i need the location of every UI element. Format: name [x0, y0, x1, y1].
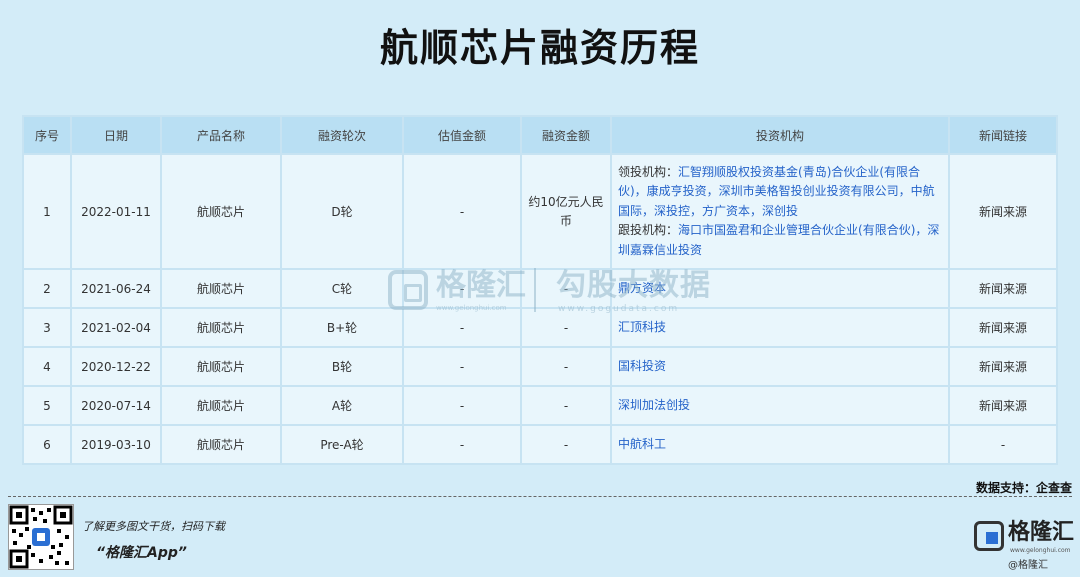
- header-product: 产品名称: [160, 115, 282, 155]
- data-source: 数据支持：企查查: [975, 481, 1072, 495]
- investor-link[interactable]: 鼎方资本: [610, 268, 950, 309]
- cell-date: 2022-01-11: [70, 153, 162, 270]
- header-amount: 融资金额: [520, 115, 612, 155]
- cell-no: 1: [22, 153, 72, 270]
- cell-date: 2019-03-10: [70, 424, 162, 465]
- cell-date: 2020-07-14: [70, 385, 162, 426]
- table-header-row: 序号 日期 产品名称 融资轮次 估值金额 融资金额 投资机构 新闻链接: [22, 115, 1058, 155]
- promo-line-1: 了解更多图文干货，扫码下载: [82, 520, 225, 533]
- cell-round: Pre-A轮: [280, 424, 404, 465]
- table-row: 2 2021-06-24 航顺芯片 C轮 - - 鼎方资本 新闻来源: [22, 268, 1058, 309]
- cell-product: 航顺芯片: [160, 153, 282, 270]
- cell-amount: -: [520, 346, 612, 387]
- promo-app-name: “格隆汇App”: [96, 545, 187, 561]
- table-row: 6 2019-03-10 航顺芯片 Pre-A轮 - - 中航科工 -: [22, 424, 1058, 465]
- cell-amount: -: [520, 424, 612, 465]
- brand-url: www.gelonghui.com: [1010, 547, 1071, 554]
- cell-no: 4: [22, 346, 72, 387]
- page-title: 航顺芯片融资历程: [379, 26, 700, 70]
- cell-no: 3: [22, 307, 72, 348]
- cell-valuation: -: [402, 268, 522, 309]
- gelonghui-brand-icon: [974, 521, 1004, 551]
- news-link[interactable]: 新闻来源: [948, 268, 1058, 309]
- cell-valuation: -: [402, 346, 522, 387]
- investor-link[interactable]: 深圳加法创投: [610, 385, 950, 426]
- cell-valuation: -: [402, 424, 522, 465]
- cell-date: 2020-12-22: [70, 346, 162, 387]
- cell-round: C轮: [280, 268, 404, 309]
- header-valuation: 估值金额: [402, 115, 522, 155]
- table-row: 1 2022-01-11 航顺芯片 D轮 - 约10亿元人民币 领投机构：汇智翔…: [22, 153, 1058, 270]
- header-investors: 投资机构: [610, 115, 950, 155]
- cell-round: A轮: [280, 385, 404, 426]
- cell-no: 5: [22, 385, 72, 426]
- cell-round: B+轮: [280, 307, 404, 348]
- investor-link[interactable]: 国科投资: [610, 346, 950, 387]
- lead-investors-label: 领投机构：: [618, 164, 679, 179]
- qr-code-icon: [8, 504, 74, 570]
- table-row: 4 2020-12-22 航顺芯片 B轮 - - 国科投资 新闻来源: [22, 346, 1058, 387]
- news-link[interactable]: 新闻来源: [948, 307, 1058, 348]
- cell-product: 航顺芯片: [160, 424, 282, 465]
- cell-date: 2021-02-04: [70, 307, 162, 348]
- news-link-empty: -: [948, 424, 1058, 465]
- news-link[interactable]: 新闻来源: [948, 385, 1058, 426]
- cell-date: 2021-06-24: [70, 268, 162, 309]
- cell-product: 航顺芯片: [160, 385, 282, 426]
- news-link[interactable]: 新闻来源: [948, 346, 1058, 387]
- cell-round: B轮: [280, 346, 404, 387]
- cell-valuation: -: [402, 385, 522, 426]
- brand-name: 格隆汇: [1008, 520, 1075, 545]
- table-row: 5 2020-07-14 航顺芯片 A轮 - - 深圳加法创投 新闻来源: [22, 385, 1058, 426]
- cell-amount: 约10亿元人民币: [520, 153, 612, 270]
- cell-product: 航顺芯片: [160, 307, 282, 348]
- news-link[interactable]: 新闻来源: [948, 153, 1058, 270]
- brand-logo: 格隆汇 www.gelonghui.com: [974, 519, 1075, 554]
- watermark-stamp: @格隆汇: [1008, 560, 1048, 571]
- header-news: 新闻链接: [948, 115, 1058, 155]
- cell-product: 航顺芯片: [160, 268, 282, 309]
- cell-no: 6: [22, 424, 72, 465]
- cell-amount: -: [520, 268, 612, 309]
- investor-link[interactable]: 中航科工: [610, 424, 950, 465]
- header-date: 日期: [70, 115, 162, 155]
- cell-product: 航顺芯片: [160, 346, 282, 387]
- financing-table: 序号 日期 产品名称 融资轮次 估值金额 融资金额 投资机构 新闻链接 1 20…: [22, 115, 1058, 465]
- cell-valuation: -: [402, 153, 522, 270]
- header-no: 序号: [22, 115, 72, 155]
- footer-divider: [8, 496, 1072, 497]
- investor-link[interactable]: 汇顶科技: [610, 307, 950, 348]
- table-row: 3 2021-02-04 航顺芯片 B+轮 - - 汇顶科技 新闻来源: [22, 307, 1058, 348]
- cell-no: 2: [22, 268, 72, 309]
- cell-round: D轮: [280, 153, 404, 270]
- follow-investors-label: 跟投机构：: [618, 223, 679, 238]
- cell-amount: -: [520, 385, 612, 426]
- cell-valuation: -: [402, 307, 522, 348]
- cell-investors: 领投机构：汇智翔顺股权投资基金(青岛)合伙企业(有限合伙)，康成亨投资，深圳市美…: [610, 153, 950, 270]
- header-round: 融资轮次: [280, 115, 404, 155]
- cell-amount: -: [520, 307, 612, 348]
